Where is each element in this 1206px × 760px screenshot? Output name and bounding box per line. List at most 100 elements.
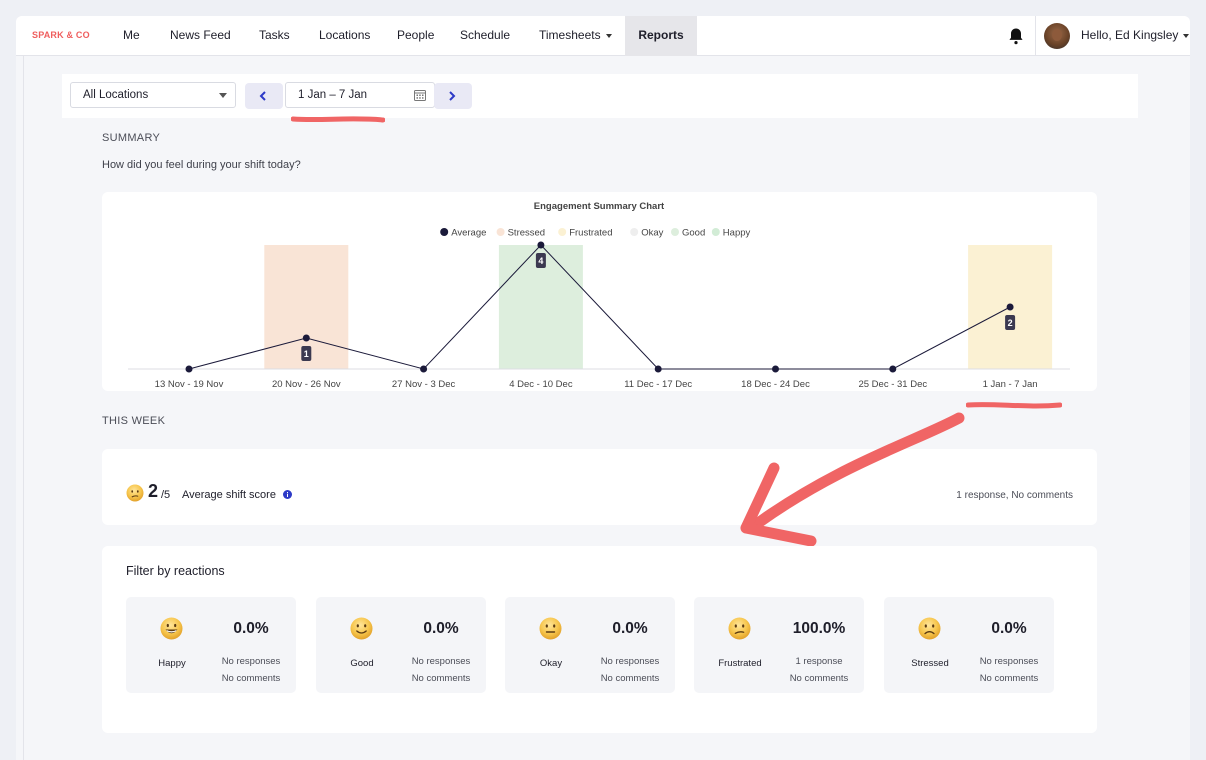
summary-question: How did you feel during your shift today…: [102, 159, 301, 171]
chevron-down-icon: [605, 33, 612, 38]
legend-label-okay: Okay: [641, 228, 663, 239]
reaction-responses: 1 response: [795, 656, 843, 667]
chart-bands: [264, 245, 1053, 369]
x-tick-label: 20 Nov - 26 Nov: [272, 379, 341, 390]
grinning-face-icon: [160, 617, 183, 640]
reaction-card-good[interactable]: Good 0.0% No responses No comments: [316, 597, 486, 693]
filter-bar: All Locations 1 Jan – 7 Jan: [62, 74, 1138, 118]
info-icon[interactable]: [283, 490, 292, 499]
data-label: 1: [304, 349, 309, 359]
engagement-chart-card: Engagement Summary Chart Average Stressed…: [102, 192, 1097, 391]
avatar[interactable]: [1044, 23, 1070, 49]
chart-legend: Average Stressed Frustrated Okay Good Happy: [440, 228, 751, 239]
nav-item-timesheets-label: Timesheets: [539, 28, 601, 42]
screenshot-frame: SPARK & CO Me News Feed Tasks Locations …: [0, 0, 1206, 760]
legend-marker-happy: [711, 228, 720, 236]
nav-item-timesheets[interactable]: Timesheets: [539, 16, 612, 56]
top-navigation: SPARK & CO Me News Feed Tasks Locations …: [16, 16, 1190, 56]
reaction-responses: No responses: [979, 656, 1039, 667]
nav-item-locations[interactable]: Locations: [319, 16, 370, 56]
x-tick-label: 18 Dec - 24 Dec: [741, 379, 810, 390]
reactions-card: Filter by reactions Happy 0.0% No respon…: [102, 546, 1097, 733]
x-tick-label: 25 Dec - 31 Dec: [858, 379, 927, 390]
reaction-percent: 100.0%: [792, 620, 846, 637]
reaction-name: Okay: [539, 658, 563, 669]
legend-label-frustrated: Frustrated: [569, 228, 612, 239]
slightly-smiling-face-icon: [350, 617, 373, 640]
reaction-comments: No comments: [979, 673, 1039, 684]
reaction-name: Stressed: [911, 658, 949, 669]
reaction-card-stressed[interactable]: Stressed 0.0% No responses No comments: [884, 597, 1054, 693]
data-point: [302, 334, 310, 342]
nav-divider: [1035, 16, 1036, 56]
calendar-icon: [414, 90, 426, 101]
reaction-comments: No comments: [221, 673, 281, 684]
chevron-left-icon: [259, 91, 266, 101]
reaction-comments: No comments: [411, 673, 471, 684]
reaction-responses: No responses: [411, 656, 471, 667]
data-point: [1006, 303, 1014, 311]
chevron-right-icon: [449, 91, 456, 101]
annotation-underline-date: [291, 116, 385, 123]
confused-face-icon: [728, 617, 751, 640]
brand-logo[interactable]: SPARK & CO: [32, 30, 90, 40]
previous-week-button[interactable]: [245, 83, 283, 109]
info-glyph: [287, 492, 288, 497]
reaction-percent: 0.0%: [991, 620, 1027, 637]
date-range-picker[interactable]: 1 Jan – 7 Jan: [285, 82, 435, 108]
summary-label: SUMMARY: [102, 132, 161, 144]
data-point: [420, 365, 428, 373]
nav-item-news-feed[interactable]: News Feed: [170, 16, 231, 56]
confused-face-icon: [126, 484, 144, 502]
x-tick-label: 27 Nov - 3 Dec: [392, 379, 456, 390]
reaction-name: Happy: [158, 658, 186, 669]
average-score-value: 2: [148, 481, 159, 501]
data-label: 2: [1008, 318, 1013, 328]
frowning-face-icon: [918, 617, 941, 640]
reaction-card-okay[interactable]: Okay 0.0% No responses No comments: [505, 597, 675, 693]
app-window: SPARK & CO Me News Feed Tasks Locations …: [16, 16, 1190, 760]
reaction-comments: No comments: [600, 673, 660, 684]
legend-marker-average: [440, 228, 449, 236]
content-border: [23, 56, 24, 760]
legend-label-stressed: Stressed: [508, 228, 545, 239]
location-select[interactable]: All Locations: [70, 82, 236, 108]
legend-marker-stressed: [496, 228, 505, 236]
data-label: 4: [538, 256, 543, 266]
data-point: [889, 365, 897, 373]
chart-x-axis-labels: 13 Nov - 19 Nov 20 Nov - 26 Nov 27 Nov - 3…: [155, 379, 1038, 390]
reaction-comments: No comments: [789, 673, 849, 684]
data-point: [654, 365, 662, 373]
user-menu[interactable]: Hello, Ed Kingsley: [1081, 16, 1190, 56]
dropdown-arrow-icon: [219, 93, 227, 98]
reactions-title: Filter by reactions: [126, 564, 225, 578]
next-week-button[interactable]: [434, 83, 472, 109]
annotation-arrow: [740, 412, 965, 546]
legend-label-good: Good: [682, 228, 705, 239]
reaction-name: Frustrated: [718, 658, 762, 669]
avatar-face: [1052, 29, 1062, 41]
x-tick-label: 1 Jan - 7 Jan: [983, 379, 1038, 390]
legend-marker-frustrated: [558, 228, 567, 236]
average-score-max: /5: [161, 489, 171, 501]
x-tick-label: 11 Dec - 17 Dec: [624, 379, 692, 390]
reaction-percent: 0.0%: [233, 620, 269, 637]
nav-item-reports[interactable]: Reports: [625, 16, 697, 56]
legend-label-average: Average: [451, 228, 486, 239]
engagement-chart: Engagement Summary Chart Average Stressed…: [128, 201, 1070, 390]
reaction-card-frustrated[interactable]: Frustrated 100.0% 1 response No comments: [694, 597, 864, 693]
reaction-percent: 0.0%: [612, 620, 648, 637]
bell-icon[interactable]: [1006, 26, 1026, 46]
average-score-label: Average shift score: [182, 489, 276, 501]
date-range-value: 1 Jan – 7 Jan: [298, 89, 368, 101]
chevron-down-icon: [1183, 33, 1190, 38]
legend-label-happy: Happy: [723, 228, 751, 239]
nav-item-people[interactable]: People: [397, 16, 434, 56]
legend-marker-good: [671, 228, 679, 236]
nav-item-tasks[interactable]: Tasks: [259, 16, 290, 56]
this-week-label: THIS WEEK: [102, 415, 166, 427]
x-tick-label: 4 Dec - 10 Dec: [509, 379, 573, 390]
reaction-card-happy[interactable]: Happy 0.0% No responses No comments: [126, 597, 296, 693]
nav-item-schedule[interactable]: Schedule: [460, 16, 510, 56]
nav-item-me[interactable]: Me: [123, 16, 140, 56]
